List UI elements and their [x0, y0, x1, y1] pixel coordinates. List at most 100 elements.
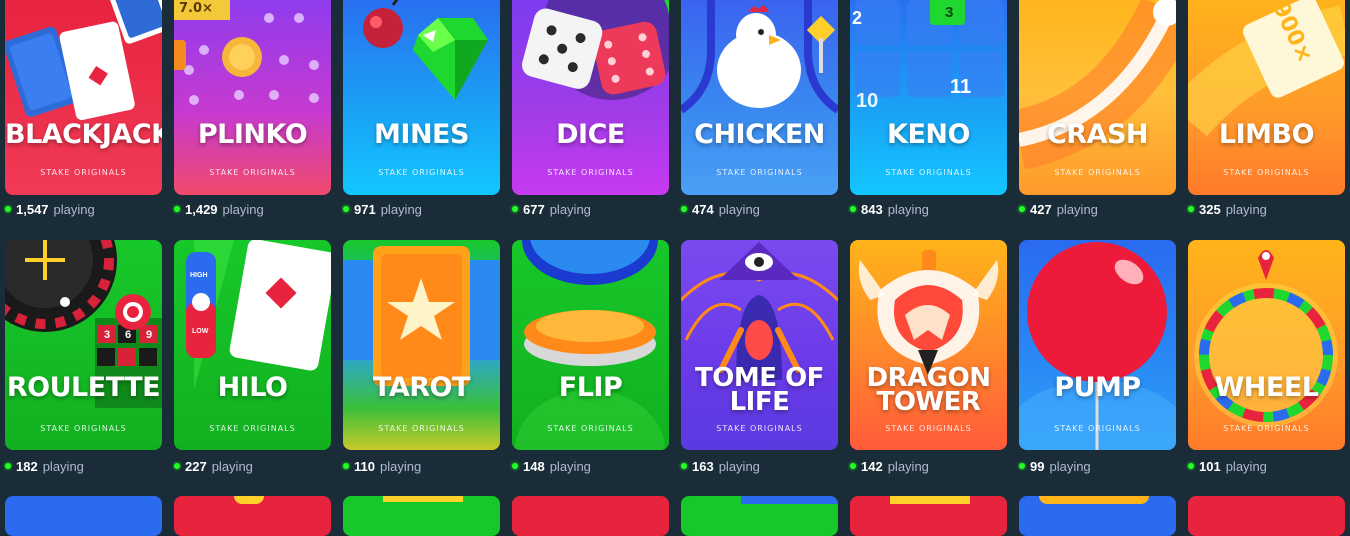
keno-number: 2: [852, 8, 863, 28]
game-subtitle: STAKE ORIGINALS: [1223, 168, 1310, 177]
game-card-partial[interactable]: [512, 496, 669, 536]
game-title: DICE: [556, 119, 625, 150]
game-title: CHICKEN: [694, 119, 825, 150]
online-dot-icon: [681, 463, 687, 469]
player-count-value: 182: [16, 458, 38, 474]
game-card-mines[interactable]: MINES STAKE ORIGINALS: [343, 0, 500, 195]
game-card-keno[interactable]: 2 10 11 3 KENO STAKE ORIGINALS: [850, 0, 1007, 195]
game-card-plinko[interactable]: 7.0× PLINKO STAKE ORIGINALS: [174, 0, 331, 195]
dragon-egg-icon: [858, 250, 999, 375]
game-card-partial[interactable]: [5, 496, 162, 536]
game-title: FLIP: [558, 372, 623, 403]
game-title-line: LIFE: [729, 387, 790, 417]
player-count: 427 playing: [1019, 201, 1098, 217]
game-title-line: TOWER: [876, 387, 981, 417]
player-count: 325 playing: [1188, 201, 1267, 217]
game-subtitle: STAKE ORIGINALS: [40, 168, 127, 177]
player-count-suffix: playing: [1225, 201, 1267, 217]
game-card-hilo[interactable]: HIGH LOW HILO STAKE ORIGINALS: [174, 240, 331, 450]
player-count-suffix: playing: [549, 201, 591, 217]
multiplier-card-icon: [1188, 0, 1345, 137]
eye-icon: [681, 242, 838, 380]
online-dot-icon: [1188, 463, 1194, 469]
game-card-tarot[interactable]: TAROT STAKE ORIGINALS: [343, 240, 500, 450]
game-card-partial[interactable]: [850, 496, 1007, 536]
player-count: 474 playing: [681, 201, 760, 217]
player-count: 142 playing: [850, 458, 929, 474]
player-count: 99 playing: [1019, 458, 1091, 474]
game-card-partial[interactable]: [343, 496, 500, 536]
game-title: PLINKO: [197, 119, 308, 150]
player-count-value: 427: [1030, 201, 1052, 217]
game-card-blackjack[interactable]: BLACKJACK STAKE ORIGINALS: [5, 0, 162, 195]
game-card-partial[interactable]: [1188, 496, 1345, 536]
player-count-value: 1,547: [16, 201, 49, 217]
player-count: 1,547 playing: [5, 201, 95, 217]
game-card-roulette[interactable]: 3 6 9 ROULETTE STAKE ORIGINALS: [5, 240, 162, 450]
online-dot-icon: [1019, 463, 1025, 469]
player-count: 110 playing: [343, 458, 421, 474]
game-title: HILO: [217, 372, 288, 403]
game-subtitle: STAKE ORIGINALS: [716, 168, 803, 177]
player-count: 227 playing: [174, 458, 253, 474]
game-subtitle: STAKE ORIGINALS: [547, 424, 634, 433]
player-count: 677 playing: [512, 201, 591, 217]
game-subtitle: STAKE ORIGINALS: [885, 168, 972, 177]
player-count-suffix: playing: [379, 458, 422, 474]
game-subtitle: STAKE ORIGINALS: [547, 168, 634, 177]
game-title: PUMP: [1054, 372, 1141, 403]
player-count: 163 playing: [681, 458, 760, 474]
player-count: 1,429 playing: [174, 201, 264, 217]
multiplier-badge: 7.0×: [179, 1, 213, 16]
player-count: 843 playing: [850, 201, 929, 217]
player-count-value: 971: [354, 201, 376, 217]
player-count-suffix: playing: [887, 201, 929, 217]
player-count-value: 1,429: [185, 201, 218, 217]
game-card-flip[interactable]: FLIP STAKE ORIGINALS: [512, 240, 669, 450]
card-art-fragment: [741, 496, 838, 504]
player-count-suffix: playing: [53, 201, 95, 217]
player-count-value: 101: [1199, 458, 1221, 474]
game-title: WHEEL: [1214, 372, 1319, 403]
roulette-number: 6: [125, 329, 132, 341]
player-count-suffix: playing: [887, 458, 929, 474]
game-card-partial[interactable]: [174, 496, 331, 536]
online-dot-icon: [1188, 206, 1194, 212]
low-label: LOW: [192, 328, 209, 335]
online-dot-icon: [512, 463, 518, 469]
online-dot-icon: [343, 463, 349, 469]
player-count-suffix: playing: [1225, 458, 1267, 474]
game-card-tome-of-life[interactable]: TOME OF LIFE STAKE ORIGINALS: [681, 240, 838, 450]
game-title: DRAGON TOWER: [850, 365, 1007, 417]
game-card-partial[interactable]: [1019, 496, 1176, 536]
player-count-suffix: playing: [1049, 458, 1091, 474]
game-title: KENO: [887, 119, 970, 150]
player-count-value: 227: [185, 458, 207, 474]
online-dot-icon: [850, 463, 856, 469]
online-dot-icon: [343, 206, 349, 212]
player-count-suffix: playing: [1056, 201, 1098, 217]
game-title: TOME OF LIFE: [681, 365, 838, 417]
game-card-dragon-tower[interactable]: DRAGON TOWER STAKE ORIGINALS: [850, 240, 1007, 450]
player-count-value: 677: [523, 201, 545, 217]
game-card-limbo[interactable]: 900× LIMBO STAKE ORIGINALS: [1188, 0, 1345, 195]
card-art-fragment: [383, 496, 463, 502]
online-dot-icon: [1019, 206, 1025, 212]
player-count-value: 99: [1030, 458, 1045, 474]
game-subtitle: STAKE ORIGINALS: [1223, 424, 1310, 433]
player-count-suffix: playing: [718, 201, 760, 217]
game-card-wheel[interactable]: WHEEL STAKE ORIGINALS: [1188, 240, 1345, 450]
game-card-chicken[interactable]: CHICKEN STAKE ORIGINALS: [681, 0, 838, 195]
roulette-number: 9: [146, 329, 153, 341]
online-dot-icon: [5, 463, 11, 469]
roulette-number: 3: [104, 329, 111, 341]
card-art-fragment: [890, 496, 970, 504]
tarot-card-icon: [343, 246, 500, 386]
online-dot-icon: [5, 206, 11, 212]
player-count-value: 142: [861, 458, 883, 474]
game-card-dice[interactable]: DICE STAKE ORIGINALS: [512, 0, 669, 195]
game-card-pump[interactable]: PUMP STAKE ORIGINALS: [1019, 240, 1176, 450]
game-card-crash[interactable]: CRASH STAKE ORIGINALS: [1019, 0, 1176, 195]
game-card-partial[interactable]: [681, 496, 838, 536]
online-dot-icon: [512, 206, 518, 212]
